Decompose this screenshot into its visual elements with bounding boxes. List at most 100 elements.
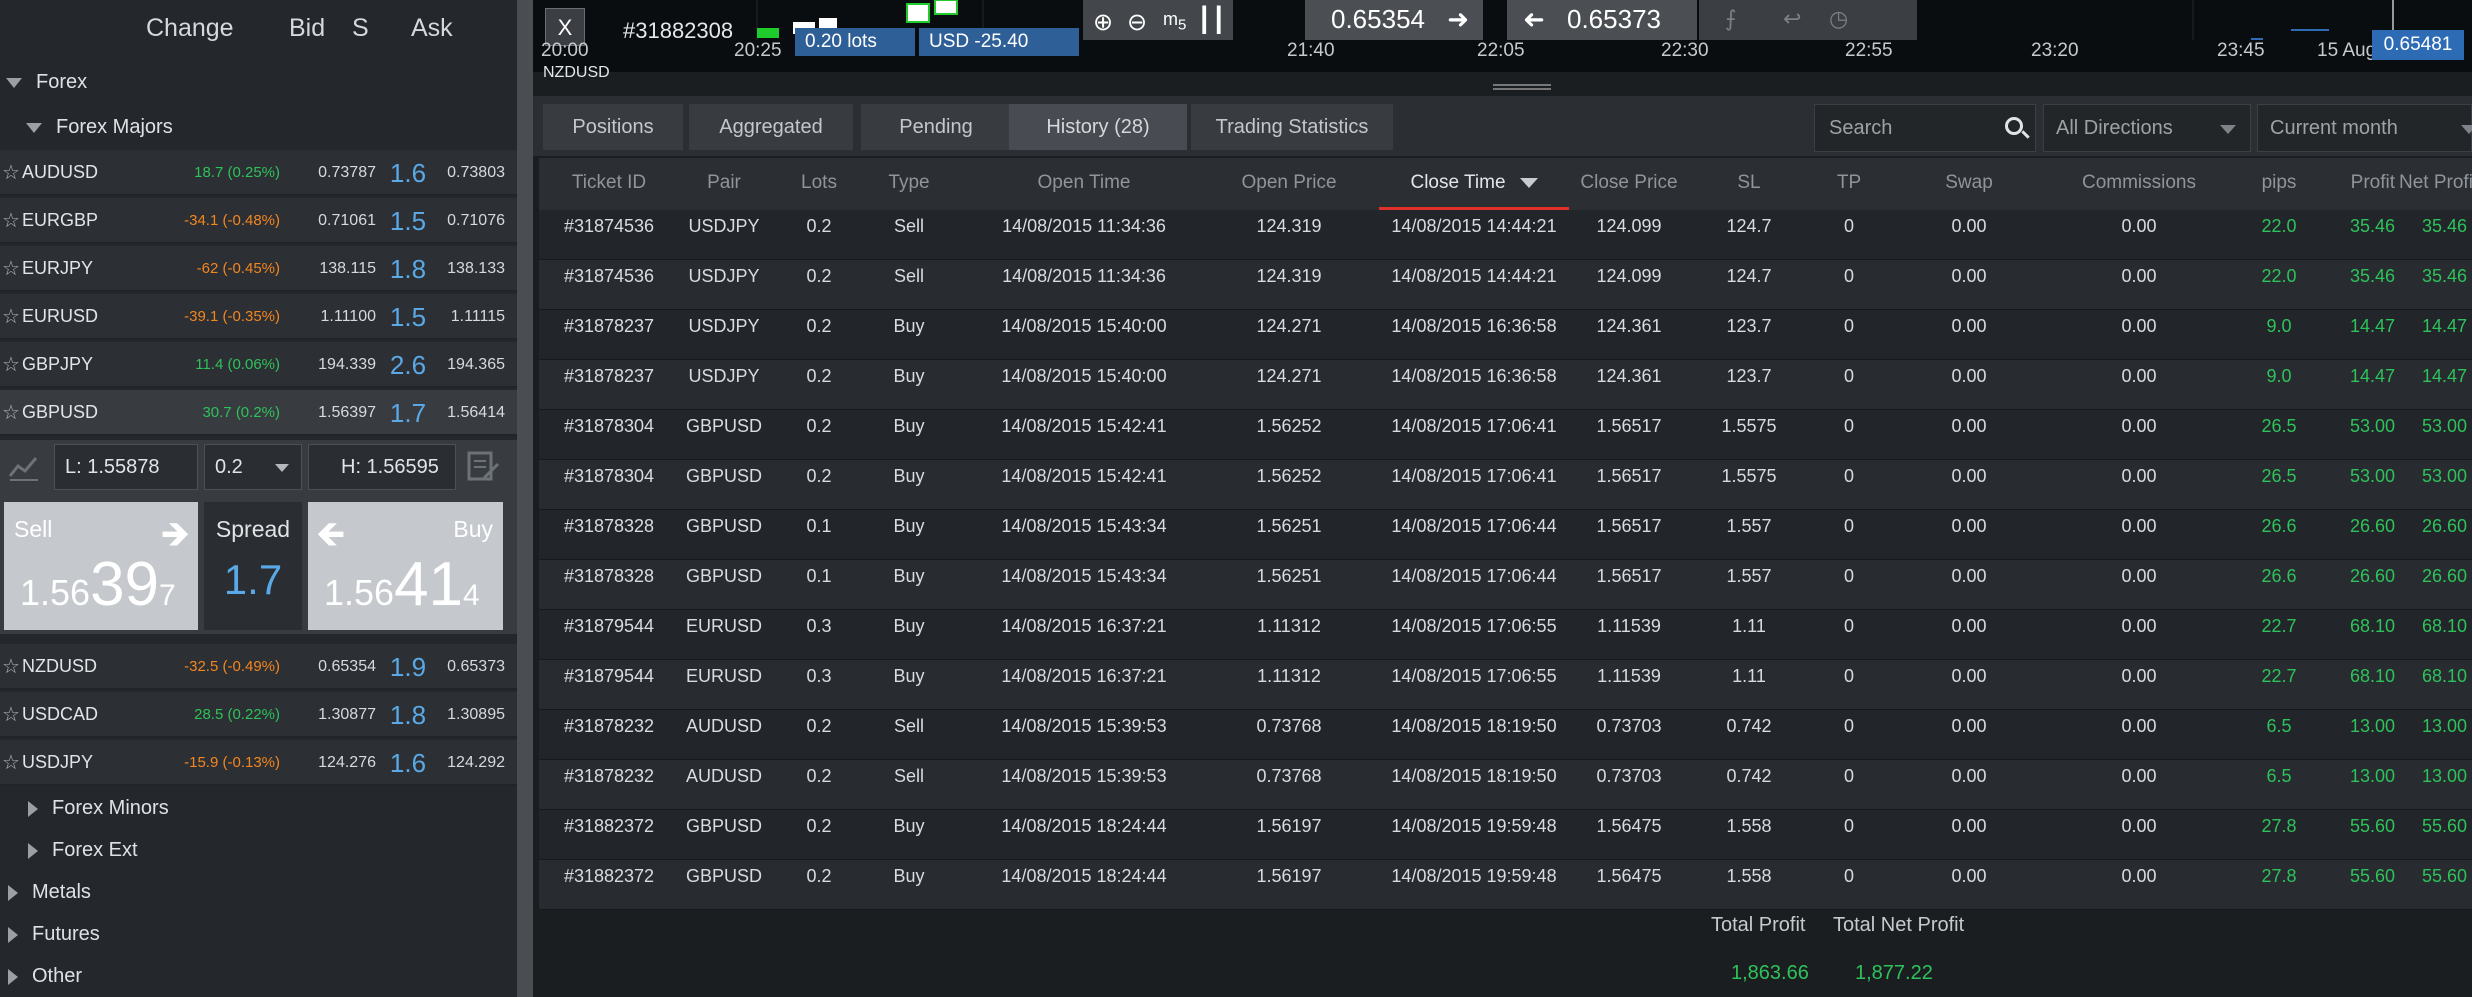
- table-row[interactable]: #31878328 GBPUSD 0.1 Buy 14/08/2015 15:43:34…: [539, 510, 2472, 560]
- table-row[interactable]: #31878232 AUDUSD 0.2 Sell 14/08/2015 15:39:5…: [539, 710, 2472, 760]
- zoom-out-icon[interactable]: ⊖: [1127, 4, 1147, 42]
- category-futures[interactable]: Futures: [8, 914, 100, 954]
- header-bid[interactable]: Bid: [289, 0, 325, 56]
- star-icon[interactable]: ☆: [2, 654, 20, 679]
- period-dropdown[interactable]: Current month: [2257, 104, 2472, 152]
- tab-positions[interactable]: Positions: [543, 104, 683, 150]
- column-header-commissions[interactable]: Commissions: [2049, 158, 2229, 210]
- star-icon[interactable]: ☆: [2, 160, 20, 185]
- pair-row-eurgbp[interactable]: ☆ EURGBP -34.1 (-0.48%) 0.71061 1.5 0.71076: [0, 198, 517, 244]
- star-icon[interactable]: ☆: [2, 352, 20, 377]
- pair-ask[interactable]: 1.30895: [435, 706, 505, 724]
- column-header-net-profit[interactable]: Net Profit: [2399, 158, 2472, 210]
- pair-ask[interactable]: 0.71076: [435, 212, 505, 230]
- star-icon[interactable]: ☆: [2, 208, 20, 233]
- panel-splitter[interactable]: [517, 0, 533, 997]
- table-row[interactable]: #31878328 GBPUSD 0.1 Buy 14/08/2015 15:43:34…: [539, 560, 2472, 610]
- zoom-in-icon[interactable]: ⊕: [1093, 4, 1113, 42]
- pair-bid[interactable]: 124.276: [290, 754, 376, 772]
- buy-button[interactable]: 🡸 Buy 1.56414: [308, 502, 503, 630]
- pair-ask[interactable]: 0.73803: [435, 164, 505, 182]
- table-row[interactable]: #31874536 USDJPY 0.2 Sell 14/08/2015 11:34:3…: [539, 260, 2472, 310]
- pair-ask[interactable]: 1.56414: [435, 404, 505, 422]
- search-icon[interactable]: [2005, 117, 2023, 135]
- candlestick-icon[interactable]: ┃┃: [1197, 2, 1226, 40]
- category-forex-majors[interactable]: Forex Majors: [26, 107, 173, 147]
- column-header-profit[interactable]: Profit: [2319, 158, 2395, 210]
- search-input[interactable]: [1815, 105, 1995, 151]
- timeframe-button[interactable]: m5: [1163, 0, 1186, 45]
- search-box[interactable]: [1814, 104, 2036, 152]
- column-header-type[interactable]: Type: [869, 158, 949, 210]
- column-header-tp[interactable]: TP: [1809, 158, 1889, 210]
- pair-bid[interactable]: 0.71061: [290, 212, 376, 230]
- tab-pending[interactable]: Pending: [861, 104, 1011, 150]
- pair-ask[interactable]: 0.65373: [435, 658, 505, 676]
- column-header-pips[interactable]: pips: [2239, 158, 2319, 210]
- table-row[interactable]: #31879544 EURUSD 0.3 Buy 14/08/2015 16:37:21…: [539, 660, 2472, 710]
- chart-icon[interactable]: [8, 450, 40, 482]
- pair-bid[interactable]: 0.73787: [290, 164, 376, 182]
- category-forex-ext[interactable]: Forex Ext: [28, 830, 138, 870]
- resize-handle[interactable]: [1493, 84, 1551, 90]
- undo-icon[interactable]: ↩: [1783, 0, 1801, 38]
- order-ticket-icon[interactable]: [466, 450, 500, 484]
- column-header-close-time[interactable]: Close Time: [1379, 158, 1569, 210]
- pair-bid[interactable]: 1.30877: [290, 706, 376, 724]
- pair-bid[interactable]: 194.339: [290, 356, 376, 374]
- category-other[interactable]: Other: [8, 956, 82, 996]
- table-row[interactable]: #31874536 USDJPY 0.2 Sell 14/08/2015 11:34:3…: [539, 210, 2472, 260]
- column-header-swap[interactable]: Swap: [1899, 158, 2039, 210]
- star-icon[interactable]: ☆: [2, 750, 20, 775]
- column-header-lots[interactable]: Lots: [779, 158, 859, 210]
- pair-bid[interactable]: 1.11100: [290, 308, 376, 326]
- sell-button[interactable]: Sell 🡺 1.56397: [4, 502, 198, 630]
- pair-row-audusd[interactable]: ☆ AUDUSD 18.7 (0.25%) 0.73787 1.6 0.73803: [0, 150, 517, 196]
- pair-ask[interactable]: 124.292: [435, 754, 505, 772]
- tab-aggregated[interactable]: Aggregated: [689, 104, 853, 150]
- column-header-close-price[interactable]: Close Price: [1569, 158, 1689, 210]
- table-row[interactable]: #31878237 USDJPY 0.2 Buy 14/08/2015 15:40:00…: [539, 360, 2472, 410]
- table-row[interactable]: #31879544 EURUSD 0.3 Buy 14/08/2015 16:37:21…: [539, 610, 2472, 660]
- table-row[interactable]: #31878237 USDJPY 0.2 Buy 14/08/2015 15:40:00…: [539, 310, 2472, 360]
- column-header-open-time[interactable]: Open Time: [959, 158, 1209, 210]
- pair-row-eurjpy[interactable]: ☆ EURJPY -62 (-0.45%) 138.115 1.8 138.133: [0, 246, 517, 292]
- star-icon[interactable]: ☆: [2, 256, 20, 281]
- tab-history[interactable]: History (28): [1009, 104, 1187, 150]
- lots-select[interactable]: 0.2: [204, 444, 302, 490]
- pair-row-gbpjpy[interactable]: ☆ GBPJPY 11.4 (0.06%) 194.339 2.6 194.365: [0, 342, 517, 388]
- pair-row-nzdusd[interactable]: ☆ NZDUSD -32.5 (-0.49%) 0.65354 1.9 0.65373: [0, 644, 517, 690]
- pair-row-usdjpy[interactable]: ☆ USDJPY -15.9 (-0.13%) 124.276 1.6 124.292: [0, 740, 517, 786]
- column-header-pair[interactable]: Pair: [679, 158, 769, 210]
- pair-bid[interactable]: 1.56397: [290, 404, 376, 422]
- header-change[interactable]: Change: [146, 0, 234, 56]
- column-header-sl[interactable]: SL: [1699, 158, 1799, 210]
- clock-icon[interactable]: ◷: [1829, 0, 1848, 38]
- column-header-open-price[interactable]: Open Price: [1219, 158, 1359, 210]
- price-chart[interactable]: X #31882308 0.20 lots USD -25.40 ⊕ ⊖ m5 …: [533, 0, 2472, 81]
- sell-quick-button[interactable]: 0.65354 ➜: [1305, 0, 1483, 40]
- sort-desc-icon[interactable]: [1519, 177, 1538, 188]
- category-forex[interactable]: Forex: [6, 62, 87, 102]
- star-icon[interactable]: ☆: [2, 400, 20, 425]
- pair-ask[interactable]: 138.133: [435, 260, 505, 278]
- direction-dropdown[interactable]: All Directions: [2043, 104, 2251, 152]
- table-row[interactable]: #31878304 GBPUSD 0.2 Buy 14/08/2015 15:42:41…: [539, 410, 2472, 460]
- star-icon[interactable]: ☆: [2, 304, 20, 329]
- indicator-icon[interactable]: ⨍: [1725, 0, 1736, 38]
- column-header-ticket-id[interactable]: Ticket ID: [539, 158, 679, 210]
- pair-ask[interactable]: 1.11115: [435, 308, 505, 326]
- tab-trading-statistics[interactable]: Trading Statistics: [1191, 104, 1393, 150]
- header-ask[interactable]: Ask: [411, 0, 453, 56]
- pair-bid[interactable]: 0.65354: [290, 658, 376, 676]
- table-row[interactable]: #31882372 GBPUSD 0.2 Buy 14/08/2015 18:24:44…: [539, 860, 2472, 910]
- table-row[interactable]: #31878232 AUDUSD 0.2 Sell 14/08/2015 15:39:5…: [539, 760, 2472, 810]
- pair-row-gbpusd[interactable]: ☆ GBPUSD 30.7 (0.2%) 1.56397 1.7 1.56414: [0, 390, 517, 436]
- table-row[interactable]: #31878304 GBPUSD 0.2 Buy 14/08/2015 15:42:41…: [539, 460, 2472, 510]
- table-row[interactable]: #31882372 GBPUSD 0.2 Buy 14/08/2015 18:24:44…: [539, 810, 2472, 860]
- category-metals[interactable]: Metals: [8, 872, 91, 912]
- header-spread[interactable]: S: [352, 0, 369, 56]
- pair-ask[interactable]: 194.365: [435, 356, 505, 374]
- star-icon[interactable]: ☆: [2, 702, 20, 727]
- pair-row-usdcad[interactable]: ☆ USDCAD 28.5 (0.22%) 1.30877 1.8 1.30895: [0, 692, 517, 738]
